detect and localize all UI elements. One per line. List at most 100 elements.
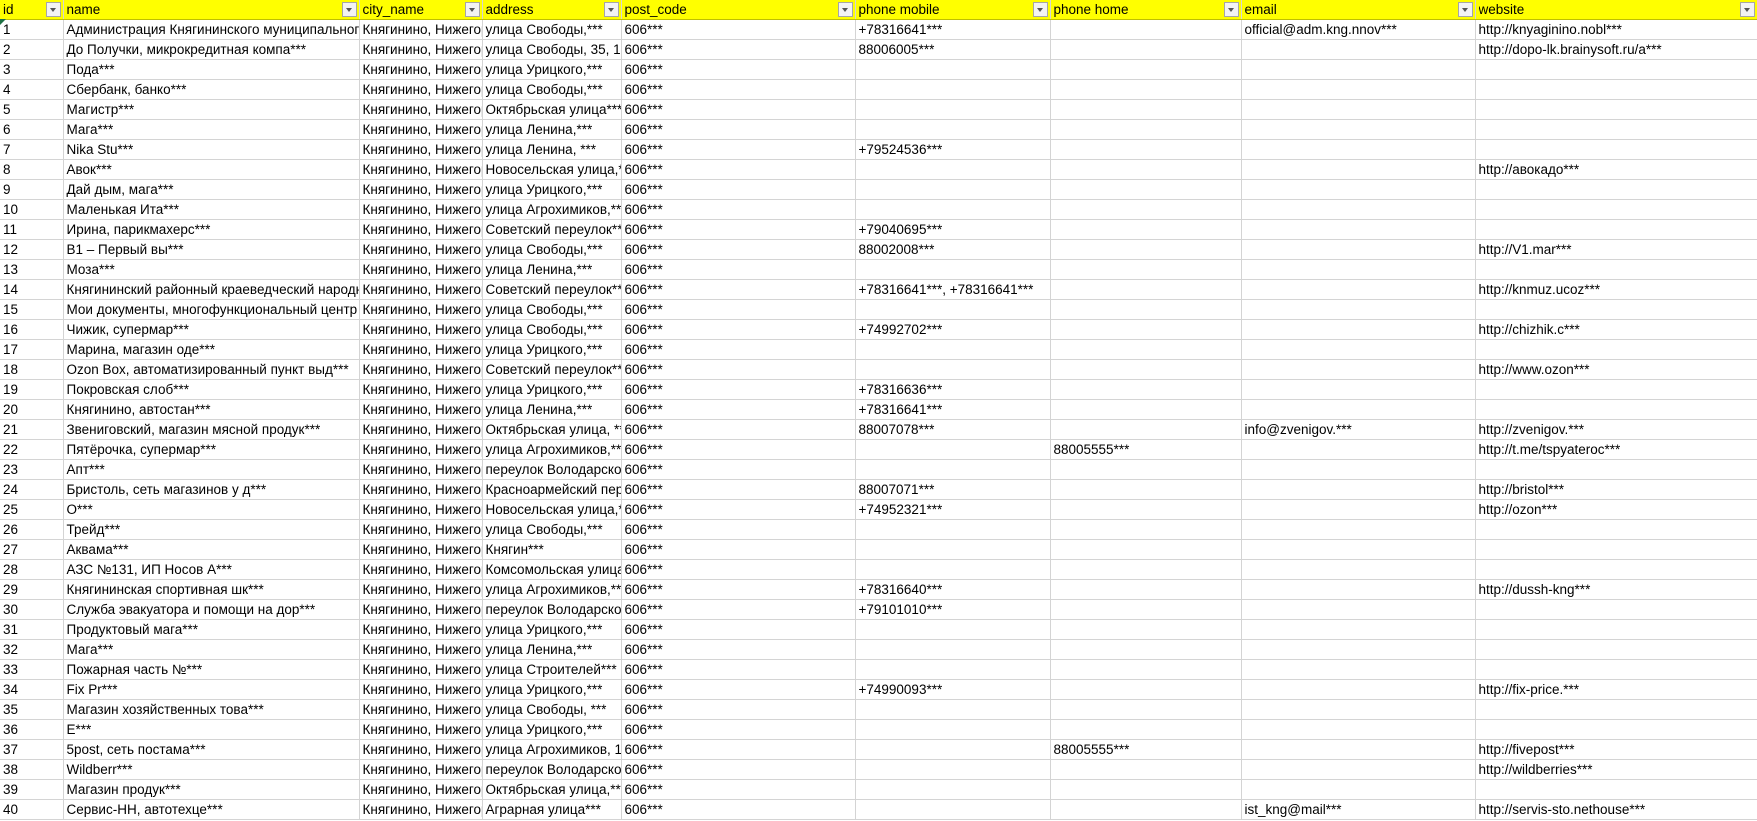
cell-city-name[interactable]: Княгинино, Нижегородская область: [359, 699, 483, 720]
cell-city-name[interactable]: Княгинино, Нижегородская область: [359, 639, 483, 660]
cell-phone-mobile[interactable]: [855, 659, 1051, 680]
cell-post-code[interactable]: 606***: [621, 139, 856, 160]
cell-city-name[interactable]: Княгинино, Нижегородская область: [359, 679, 483, 700]
cell-address[interactable]: улица Урицкого,***: [482, 339, 622, 360]
cell-phone-mobile[interactable]: +74952321***: [855, 499, 1051, 520]
cell-post-code[interactable]: 606***: [621, 119, 856, 140]
cell-phone-home[interactable]: [1050, 159, 1242, 180]
cell-id[interactable]: 6: [0, 119, 64, 140]
cell-phone-mobile[interactable]: [855, 639, 1051, 660]
column-header-phone-home[interactable]: phone home: [1050, 0, 1242, 20]
cell-phone-home[interactable]: [1050, 359, 1242, 380]
cell-name[interactable]: Магазин продук***: [63, 779, 360, 800]
cell-phone-mobile[interactable]: +79040695***: [855, 219, 1051, 240]
cell-address[interactable]: улица Урицкого,***: [482, 679, 622, 700]
cell-id[interactable]: 39: [0, 779, 64, 800]
cell-website[interactable]: http://ozon***: [1475, 499, 1757, 520]
cell-email[interactable]: [1241, 199, 1476, 220]
cell-email[interactable]: [1241, 619, 1476, 640]
cell-id[interactable]: 1: [0, 19, 64, 40]
cell-id[interactable]: 40: [0, 799, 64, 820]
cell-email[interactable]: official@adm.kng.nnov***: [1241, 19, 1476, 40]
cell-website[interactable]: [1475, 459, 1757, 480]
cell-name[interactable]: Бристоль, сеть магазинов у д***: [63, 479, 360, 500]
filter-dropdown-button[interactable]: [1223, 2, 1239, 17]
cell-city-name[interactable]: Княгинино, Нижегородская область: [359, 199, 483, 220]
cell-id[interactable]: 14: [0, 279, 64, 300]
cell-id[interactable]: 35: [0, 699, 64, 720]
cell-phone-mobile[interactable]: [855, 339, 1051, 360]
cell-phone-home[interactable]: [1050, 499, 1242, 520]
cell-website[interactable]: http://fivepost***: [1475, 739, 1757, 760]
cell-name[interactable]: Дай дым, мага***: [63, 179, 360, 200]
cell-website[interactable]: http://zvenigov.***: [1475, 419, 1757, 440]
cell-phone-mobile[interactable]: +79524536***: [855, 139, 1051, 160]
cell-name[interactable]: Марина, магазин оде***: [63, 339, 360, 360]
cell-phone-home[interactable]: [1050, 579, 1242, 600]
cell-city-name[interactable]: Княгинино, Нижегородская область: [359, 539, 483, 560]
cell-phone-home[interactable]: [1050, 619, 1242, 640]
cell-website[interactable]: [1475, 299, 1757, 320]
cell-website[interactable]: [1475, 219, 1757, 240]
cell-website[interactable]: http://www.ozon***: [1475, 359, 1757, 380]
cell-phone-mobile[interactable]: [855, 539, 1051, 560]
cell-id[interactable]: 23: [0, 459, 64, 480]
cell-address[interactable]: переулок Володарского: [482, 599, 622, 620]
cell-name[interactable]: Покровская слоб***: [63, 379, 360, 400]
cell-city-name[interactable]: Княгинино, Нижегородская область: [359, 479, 483, 500]
cell-phone-mobile[interactable]: +78316641***: [855, 399, 1051, 420]
cell-name[interactable]: Трейд***: [63, 519, 360, 540]
cell-city-name[interactable]: Княгинино, Нижегородская область: [359, 359, 483, 380]
cell-email[interactable]: [1241, 359, 1476, 380]
cell-email[interactable]: [1241, 119, 1476, 140]
cell-address[interactable]: улица Урицкого,***: [482, 179, 622, 200]
cell-post-code[interactable]: 606***: [621, 39, 856, 60]
cell-email[interactable]: [1241, 519, 1476, 540]
cell-phone-mobile[interactable]: [855, 259, 1051, 280]
cell-post-code[interactable]: 606***: [621, 719, 856, 740]
cell-post-code[interactable]: 606***: [621, 599, 856, 620]
cell-city-name[interactable]: Княгинино, Нижегородская область: [359, 259, 483, 280]
cell-phone-mobile[interactable]: [855, 779, 1051, 800]
cell-name[interactable]: Моза***: [63, 259, 360, 280]
cell-phone-home[interactable]: 88005555***: [1050, 439, 1242, 460]
cell-post-code[interactable]: 606***: [621, 619, 856, 640]
cell-email[interactable]: [1241, 639, 1476, 660]
cell-id[interactable]: 8: [0, 159, 64, 180]
cell-id[interactable]: 27: [0, 539, 64, 560]
cell-website[interactable]: [1475, 639, 1757, 660]
cell-name[interactable]: Администрация Княгининского муниципально…: [63, 19, 360, 40]
cell-email[interactable]: [1241, 219, 1476, 240]
cell-city-name[interactable]: Княгинино, Нижегородская область: [359, 39, 483, 60]
cell-id[interactable]: 34: [0, 679, 64, 700]
column-header-phone-mobile[interactable]: phone mobile: [855, 0, 1051, 20]
cell-address[interactable]: улица Урицкого,***: [482, 619, 622, 640]
cell-website[interactable]: http://knyaginino.nobl***: [1475, 19, 1757, 40]
cell-name[interactable]: Продуктовый мага***: [63, 619, 360, 640]
cell-email[interactable]: [1241, 439, 1476, 460]
cell-email[interactable]: [1241, 679, 1476, 700]
cell-post-code[interactable]: 606***: [621, 199, 856, 220]
cell-name[interactable]: Сервис-НН, автотехце***: [63, 799, 360, 820]
cell-email[interactable]: [1241, 279, 1476, 300]
cell-post-code[interactable]: 606***: [621, 419, 856, 440]
cell-id[interactable]: 4: [0, 79, 64, 100]
cell-address[interactable]: улица Ленина,***: [482, 259, 622, 280]
cell-post-code[interactable]: 606***: [621, 379, 856, 400]
cell-email[interactable]: info@zvenigov.***: [1241, 419, 1476, 440]
cell-phone-mobile[interactable]: 88002008***: [855, 239, 1051, 260]
cell-email[interactable]: [1241, 599, 1476, 620]
cell-post-code[interactable]: 606***: [621, 539, 856, 560]
cell-phone-home[interactable]: [1050, 659, 1242, 680]
cell-website[interactable]: [1475, 779, 1757, 800]
cell-post-code[interactable]: 606***: [621, 19, 856, 40]
cell-phone-mobile[interactable]: [855, 699, 1051, 720]
cell-city-name[interactable]: Княгинино, Нижегородская область: [359, 519, 483, 540]
cell-city-name[interactable]: Княгинино, Нижегородская область: [359, 459, 483, 480]
cell-name[interactable]: Магазин хозяйственных това***: [63, 699, 360, 720]
cell-id[interactable]: 13: [0, 259, 64, 280]
cell-city-name[interactable]: Княгинино, Нижегородская область: [359, 419, 483, 440]
cell-phone-home[interactable]: [1050, 479, 1242, 500]
cell-phone-home[interactable]: [1050, 99, 1242, 120]
cell-name[interactable]: Аквама***: [63, 539, 360, 560]
